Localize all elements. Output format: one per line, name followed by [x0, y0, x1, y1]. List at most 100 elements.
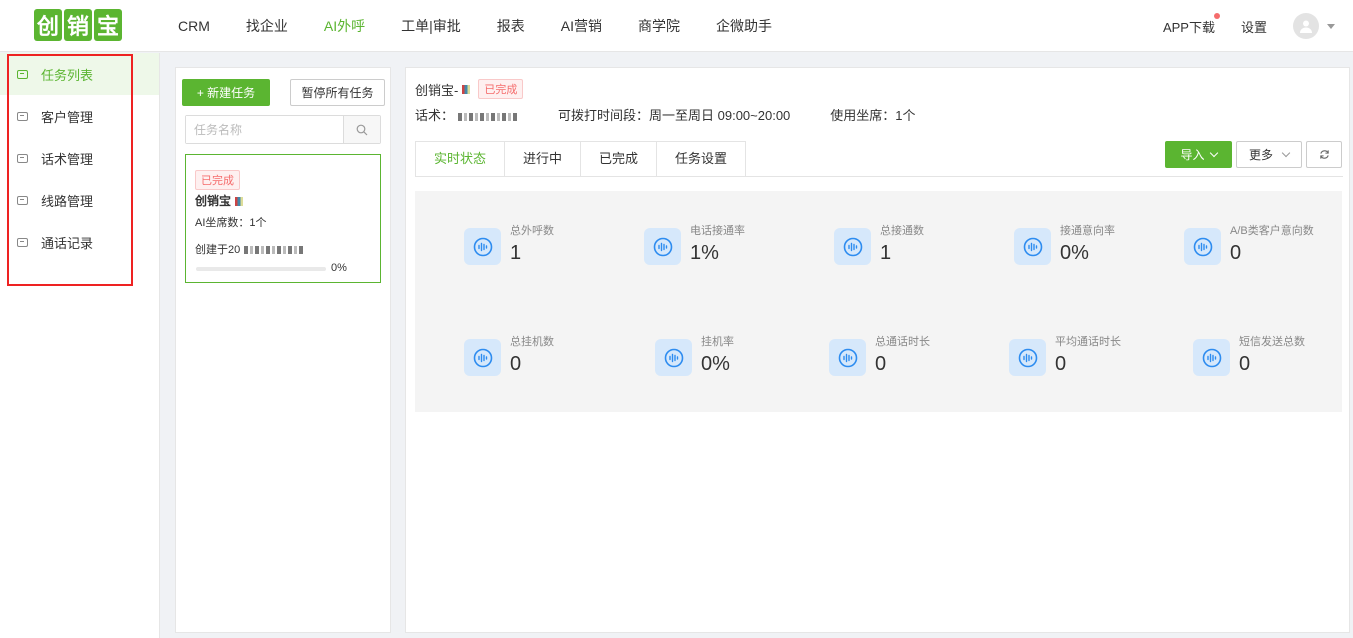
stat-label: 总通话时长 [875, 336, 930, 348]
message-icon [17, 153, 28, 163]
chevron-down-icon [1281, 148, 1291, 158]
stat-label: A/B类客户意向数 [1230, 225, 1314, 237]
status-badge: 已完成 [478, 79, 524, 99]
task-script-label: 话术： [415, 108, 455, 123]
logo-char: 创 [34, 9, 62, 41]
sidebar-item-task-list[interactable]: 任务列表 [0, 53, 159, 95]
task-search [185, 115, 381, 144]
nav-item-ai-call[interactable]: AI外呼 [306, 0, 383, 52]
stat-label: 挂机率 [701, 336, 734, 348]
more-button[interactable]: 更多 [1236, 141, 1302, 168]
stat-hangup-rate: 挂机率 0% [655, 335, 734, 377]
more-label: 更多 [1248, 148, 1273, 162]
voice-icon [829, 339, 866, 376]
stat-label: 接通意向率 [1060, 225, 1115, 237]
sidebar-item-call-records[interactable]: 通话记录 [0, 221, 159, 263]
stat-value: 0 [1055, 353, 1067, 375]
task-card[interactable]: 已完成 创销宝 AI坐席数：1个 创建于20 0% [185, 154, 381, 283]
stat-value: 1% [690, 242, 719, 264]
nav-item-academy[interactable]: 商学院 [620, 0, 698, 52]
task-detail-panel: 创销宝- 已完成 话术： 可拨打时间段：周一至周日 09:00~20:00 使用… [405, 67, 1350, 633]
task-script: 话术： [415, 105, 519, 124]
stat-value: 0% [701, 353, 730, 375]
task-seats-used: 使用坐席：1个 [830, 108, 916, 123]
task-search-input[interactable] [186, 116, 343, 143]
stat-connect-rate: 电话接通率 1% [644, 224, 745, 266]
voice-icon [1014, 228, 1051, 265]
redacted-mosaic [244, 246, 305, 255]
sidebar-item-lines[interactable]: 线路管理 [0, 179, 159, 221]
stat-total-connected: 总接通数 1 [834, 224, 924, 266]
voice-icon [1009, 339, 1046, 376]
status-badge: 已完成 [195, 170, 240, 190]
nav-item-reports[interactable]: 报表 [479, 0, 543, 52]
logo[interactable]: 创 销 宝 [34, 9, 122, 43]
stat-total-hangups: 总挂机数 0 [464, 335, 554, 377]
app-download-label: APP下载 [1162, 19, 1215, 35]
user-icon [1300, 20, 1312, 33]
stat-total-calls: 总外呼数 1 [464, 224, 554, 266]
task-created-text: 创建于20 [195, 244, 241, 256]
avatar[interactable] [1293, 13, 1319, 39]
voice-icon [834, 228, 871, 265]
search-button[interactable] [343, 116, 380, 143]
nav-item-wecom-assistant[interactable]: 企微助手 [698, 0, 790, 52]
stat-value: 0 [510, 353, 522, 375]
stat-value: 0 [1230, 242, 1242, 264]
refresh-button[interactable] [1306, 141, 1342, 168]
task-list-panel: + 新建任务 暂停所有任务 已完成 创销宝 AI坐席数：1个 创建于20 0% [175, 67, 391, 633]
stat-value: 1 [510, 242, 522, 264]
stat-total-talk-time: 总通话时长 0 [829, 335, 930, 377]
search-icon [356, 124, 368, 135]
voice-icon [464, 228, 501, 265]
sidebar-item-customers[interactable]: 客户管理 [0, 95, 159, 137]
top-navbar: 创 销 宝 CRM 找企业 AI外呼 工单|审批 报表 AI营销 商学院 企微助… [0, 0, 1353, 52]
stat-value: 0 [1239, 353, 1251, 375]
pause-all-tasks-button[interactable]: 暂停所有任务 [290, 79, 385, 106]
import-button[interactable]: 导入 [1165, 141, 1232, 168]
tab-task-settings[interactable]: 任务设置 [657, 141, 747, 177]
task-created: 创建于20 [195, 241, 305, 257]
stat-label: 总接通数 [880, 225, 924, 237]
stat-value: 1 [880, 242, 892, 264]
chevron-down-icon [1209, 148, 1218, 158]
nav-item-ai-marketing[interactable]: AI营销 [543, 0, 620, 52]
nav-item-workorder[interactable]: 工单|审批 [383, 0, 479, 52]
nav-item-find-company[interactable]: 找企业 [228, 0, 306, 52]
refresh-icon [1319, 150, 1329, 159]
task-detail-info: 话术： 可拨打时间段：周一至周日 09:00~20:00 使用坐席：1个 [415, 105, 916, 124]
voice-icon [644, 228, 681, 265]
sidebar-item-scripts[interactable]: 话术管理 [0, 137, 159, 179]
tab-realtime-status[interactable]: 实时状态 [415, 141, 506, 177]
message-icon [17, 195, 28, 205]
message-icon [17, 69, 28, 79]
stat-intent-rate: 接通意向率 0% [1014, 224, 1115, 266]
app-download-link[interactable]: APP下载 [1162, 12, 1220, 36]
tab-in-progress[interactable]: 进行中 [505, 141, 582, 177]
nav-item-crm[interactable]: CRM [160, 0, 228, 52]
new-task-button[interactable]: + 新建任务 [182, 79, 270, 106]
logo-char: 销 [64, 9, 92, 41]
message-icon [17, 237, 28, 247]
top-right-tools: APP下载 设置 [1163, 0, 1335, 52]
detail-tabs: 实时状态 进行中 已完成 任务设置 [415, 141, 747, 177]
settings-link[interactable]: 设置 [1241, 17, 1267, 36]
logo-char: 宝 [94, 9, 122, 41]
import-label: 导入 [1180, 148, 1205, 162]
stat-label: 平均通话时长 [1055, 336, 1121, 348]
voice-icon [464, 339, 501, 376]
stat-ab-intent-count: A/B类客户意向数 0 [1184, 224, 1314, 266]
task-progress-text: 0% [331, 262, 347, 274]
sidebar-item-label: 线路管理 [41, 193, 94, 209]
stat-label: 总外呼数 [510, 225, 554, 237]
voice-icon [1193, 339, 1230, 376]
task-detail-title: 创销宝- 已完成 [415, 79, 524, 99]
task-detail-title-text: 创销宝- [415, 82, 459, 98]
sidebar-item-label: 通话记录 [41, 235, 94, 251]
chevron-down-icon[interactable] [1327, 23, 1335, 29]
sidebar: 任务列表 客户管理 话术管理 线路管理 通话记录 [0, 53, 160, 638]
stat-label: 电话接通率 [690, 225, 745, 237]
task-name-text: 创销宝 [195, 194, 232, 208]
tab-completed[interactable]: 已完成 [581, 141, 658, 177]
message-icon [17, 111, 28, 121]
